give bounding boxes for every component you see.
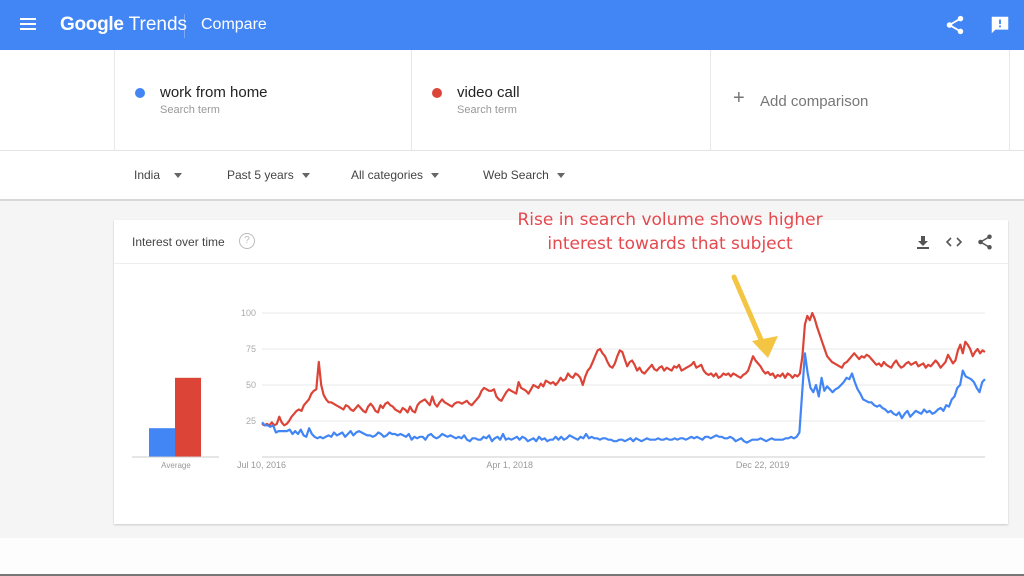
interest-over-time-card: Interest over time ? bbox=[114, 220, 1008, 524]
menu-icon[interactable] bbox=[20, 15, 40, 35]
dropdown-arrow-icon bbox=[174, 173, 183, 179]
term-subtitle: Search term bbox=[457, 104, 517, 116]
dropdown-arrow-icon bbox=[556, 173, 565, 179]
annotation-line-2: interest towards that subject bbox=[547, 234, 793, 254]
category-dropdown[interactable]: All categories bbox=[351, 168, 440, 182]
top-app-bar: Google Trends Compare bbox=[0, 0, 1024, 50]
term-color-dot bbox=[432, 88, 442, 98]
search-term-card[interactable]: video call Search term bbox=[411, 50, 710, 150]
plus-icon: + bbox=[733, 87, 745, 109]
header-divider bbox=[184, 14, 185, 38]
filter-bar: India Past 5 years All categories Web Se… bbox=[0, 151, 1024, 201]
dropdown-label: Web Search bbox=[483, 168, 549, 182]
add-comparison-button[interactable]: + Add comparison bbox=[710, 50, 1010, 150]
annotation-text: Rise in search volume shows higher inter… bbox=[470, 208, 870, 256]
time-range-dropdown[interactable]: Past 5 years bbox=[227, 168, 310, 182]
region-dropdown[interactable]: India bbox=[134, 168, 183, 182]
dropdown-label: Past 5 years bbox=[227, 168, 294, 182]
dropdown-arrow-icon bbox=[301, 173, 310, 179]
term-subtitle: Search term bbox=[160, 104, 220, 116]
search-term-card[interactable]: work from home Search term bbox=[114, 50, 412, 150]
term-name[interactable]: video call bbox=[457, 84, 520, 101]
logo-trends-text: Trends bbox=[128, 14, 188, 35]
help-icon[interactable]: ? bbox=[239, 233, 255, 249]
download-icon[interactable] bbox=[914, 233, 932, 251]
term-color-dot bbox=[135, 88, 145, 98]
dropdown-label: All categories bbox=[351, 168, 424, 182]
dropdown-arrow-icon bbox=[431, 173, 440, 179]
logo-google-text: Google bbox=[60, 14, 124, 35]
page-title: Compare bbox=[201, 16, 267, 33]
term-name[interactable]: work from home bbox=[160, 84, 268, 101]
search-terms-row: work from home Search term video call Se… bbox=[0, 50, 1024, 151]
search-type-dropdown[interactable]: Web Search bbox=[483, 168, 565, 182]
feedback-icon[interactable] bbox=[989, 14, 1011, 36]
card-title: Interest over time bbox=[132, 235, 225, 249]
embed-icon[interactable] bbox=[945, 233, 963, 251]
add-comparison-label: Add comparison bbox=[760, 93, 869, 110]
share-icon[interactable] bbox=[944, 14, 966, 36]
dropdown-label: India bbox=[134, 168, 161, 182]
annotation-line-1: Rise in search volume shows higher bbox=[517, 210, 823, 230]
card-share-icon[interactable] bbox=[976, 233, 994, 251]
google-trends-logo[interactable]: Google Trends bbox=[60, 14, 187, 36]
